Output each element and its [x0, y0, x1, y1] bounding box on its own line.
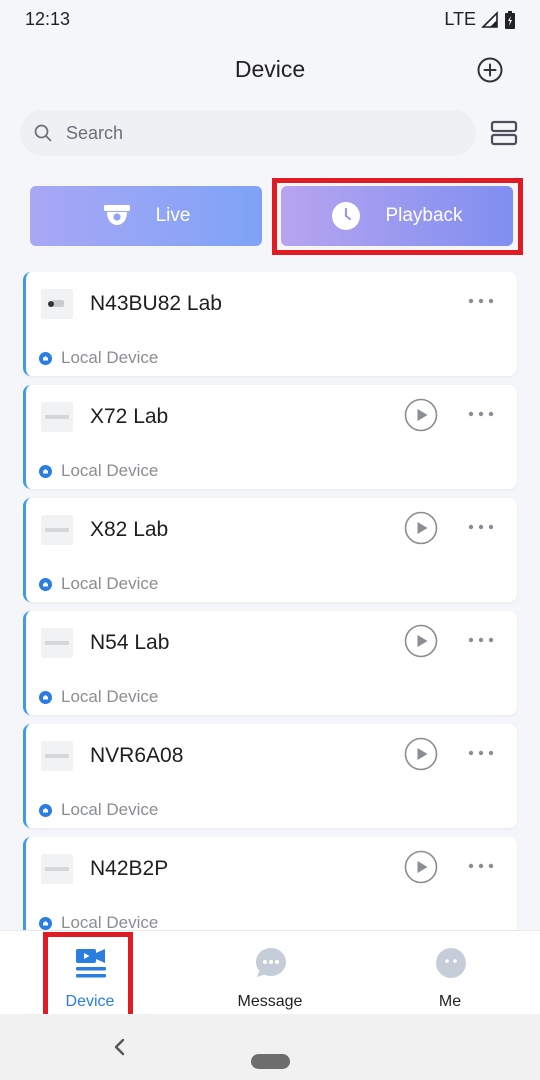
bullet-camera-thumbnail — [41, 289, 73, 319]
device-subtitle: Local Device — [61, 800, 159, 819]
system-nav-bar — [0, 1014, 540, 1080]
device-playback-button[interactable] — [404, 850, 438, 884]
local-device-icon — [39, 803, 52, 817]
device-source: Local Device — [39, 461, 158, 481]
device-subtitle: Local Device — [61, 913, 159, 930]
profile-icon — [436, 948, 466, 978]
nvr-thumbnail — [41, 854, 73, 884]
play-circle-icon — [404, 737, 438, 771]
local-device-icon — [39, 690, 52, 704]
device-name: N43BU82 Lab — [90, 292, 222, 315]
more-options-button[interactable] — [466, 626, 496, 654]
device-name: N54 Lab — [90, 631, 170, 654]
more-dots-icon — [468, 637, 494, 643]
device-playback-button[interactable] — [404, 398, 438, 432]
more-dots-icon — [468, 863, 494, 869]
search-input[interactable] — [66, 110, 466, 156]
nav-label: Message — [237, 993, 303, 1010]
device-name: NVR6A08 — [90, 744, 184, 767]
device-source: Local Device — [39, 800, 158, 820]
device-card[interactable]: N54 Lab Local Device — [23, 611, 517, 715]
signal-icon — [481, 10, 498, 28]
device-list[interactable]: N43BU82 Lab Local Device X72 Lab Local D… — [23, 272, 518, 930]
device-source: Local Device — [39, 687, 158, 707]
search-bar[interactable] — [20, 110, 476, 156]
add-device-button[interactable] — [476, 56, 504, 84]
more-options-button[interactable] — [466, 400, 496, 428]
more-options-button[interactable] — [466, 852, 496, 880]
local-device-icon — [39, 916, 52, 930]
home-pill[interactable] — [251, 1054, 290, 1069]
nvr-thumbnail — [41, 628, 73, 658]
more-dots-icon — [468, 411, 494, 417]
more-dots-icon — [468, 524, 494, 530]
device-card[interactable]: N43BU82 Lab Local Device — [23, 272, 517, 376]
more-options-button[interactable] — [466, 287, 496, 315]
highlight-box-device — [43, 932, 133, 1022]
more-dots-icon — [468, 298, 494, 304]
device-name: X72 Lab — [90, 405, 169, 428]
status-indicators: LTE — [444, 9, 516, 30]
device-playback-button[interactable] — [404, 737, 438, 771]
nvr-thumbnail — [41, 741, 73, 771]
device-card[interactable]: X72 Lab Local Device — [23, 385, 517, 489]
status-bar: 12:13 LTE — [0, 0, 540, 40]
device-card[interactable]: N42B2P Local Device — [23, 837, 517, 930]
device-playback-button[interactable] — [404, 624, 438, 658]
nvr-thumbnail — [41, 402, 73, 432]
device-card[interactable]: X82 Lab Local Device — [23, 498, 517, 602]
list-layout-icon — [490, 120, 518, 146]
search-icon — [34, 124, 52, 142]
more-dots-icon — [468, 750, 494, 756]
device-name: N42B2P — [90, 857, 169, 880]
network-type: LTE — [444, 9, 476, 29]
device-source: Local Device — [39, 348, 158, 368]
view-layout-button[interactable] — [489, 118, 519, 148]
play-circle-icon — [404, 511, 438, 545]
back-chevron-icon[interactable] — [110, 1036, 130, 1058]
page-title: Device — [234, 56, 306, 82]
plus-circle-icon — [477, 57, 503, 83]
play-circle-icon — [404, 398, 438, 432]
more-options-button[interactable] — [466, 513, 496, 541]
dome-camera-icon — [103, 205, 130, 225]
nav-message[interactable]: Message — [210, 931, 330, 1015]
live-button[interactable]: Live — [30, 186, 262, 246]
more-options-button[interactable] — [466, 739, 496, 767]
local-device-icon — [39, 577, 52, 591]
device-subtitle: Local Device — [61, 574, 159, 593]
device-source: Local Device — [39, 913, 158, 930]
play-circle-icon — [404, 850, 438, 884]
device-card[interactable]: NVR6A08 Local Device — [23, 724, 517, 828]
device-subtitle: Local Device — [61, 461, 159, 480]
highlight-box-playback — [272, 178, 523, 255]
device-subtitle: Local Device — [61, 348, 159, 367]
battery-icon — [505, 10, 515, 29]
device-name: X82 Lab — [90, 518, 169, 541]
chat-bubble-icon — [256, 948, 286, 977]
status-time: 12:13 — [25, 9, 71, 29]
nav-me[interactable]: Me — [390, 931, 510, 1015]
local-device-icon — [39, 464, 52, 478]
device-playback-button[interactable] — [404, 511, 438, 545]
live-label: Live — [155, 205, 191, 226]
play-circle-icon — [404, 624, 438, 658]
device-subtitle: Local Device — [61, 687, 159, 706]
local-device-icon — [39, 351, 52, 365]
nvr-thumbnail — [41, 515, 73, 545]
device-source: Local Device — [39, 574, 158, 594]
nav-label: Me — [438, 993, 462, 1010]
